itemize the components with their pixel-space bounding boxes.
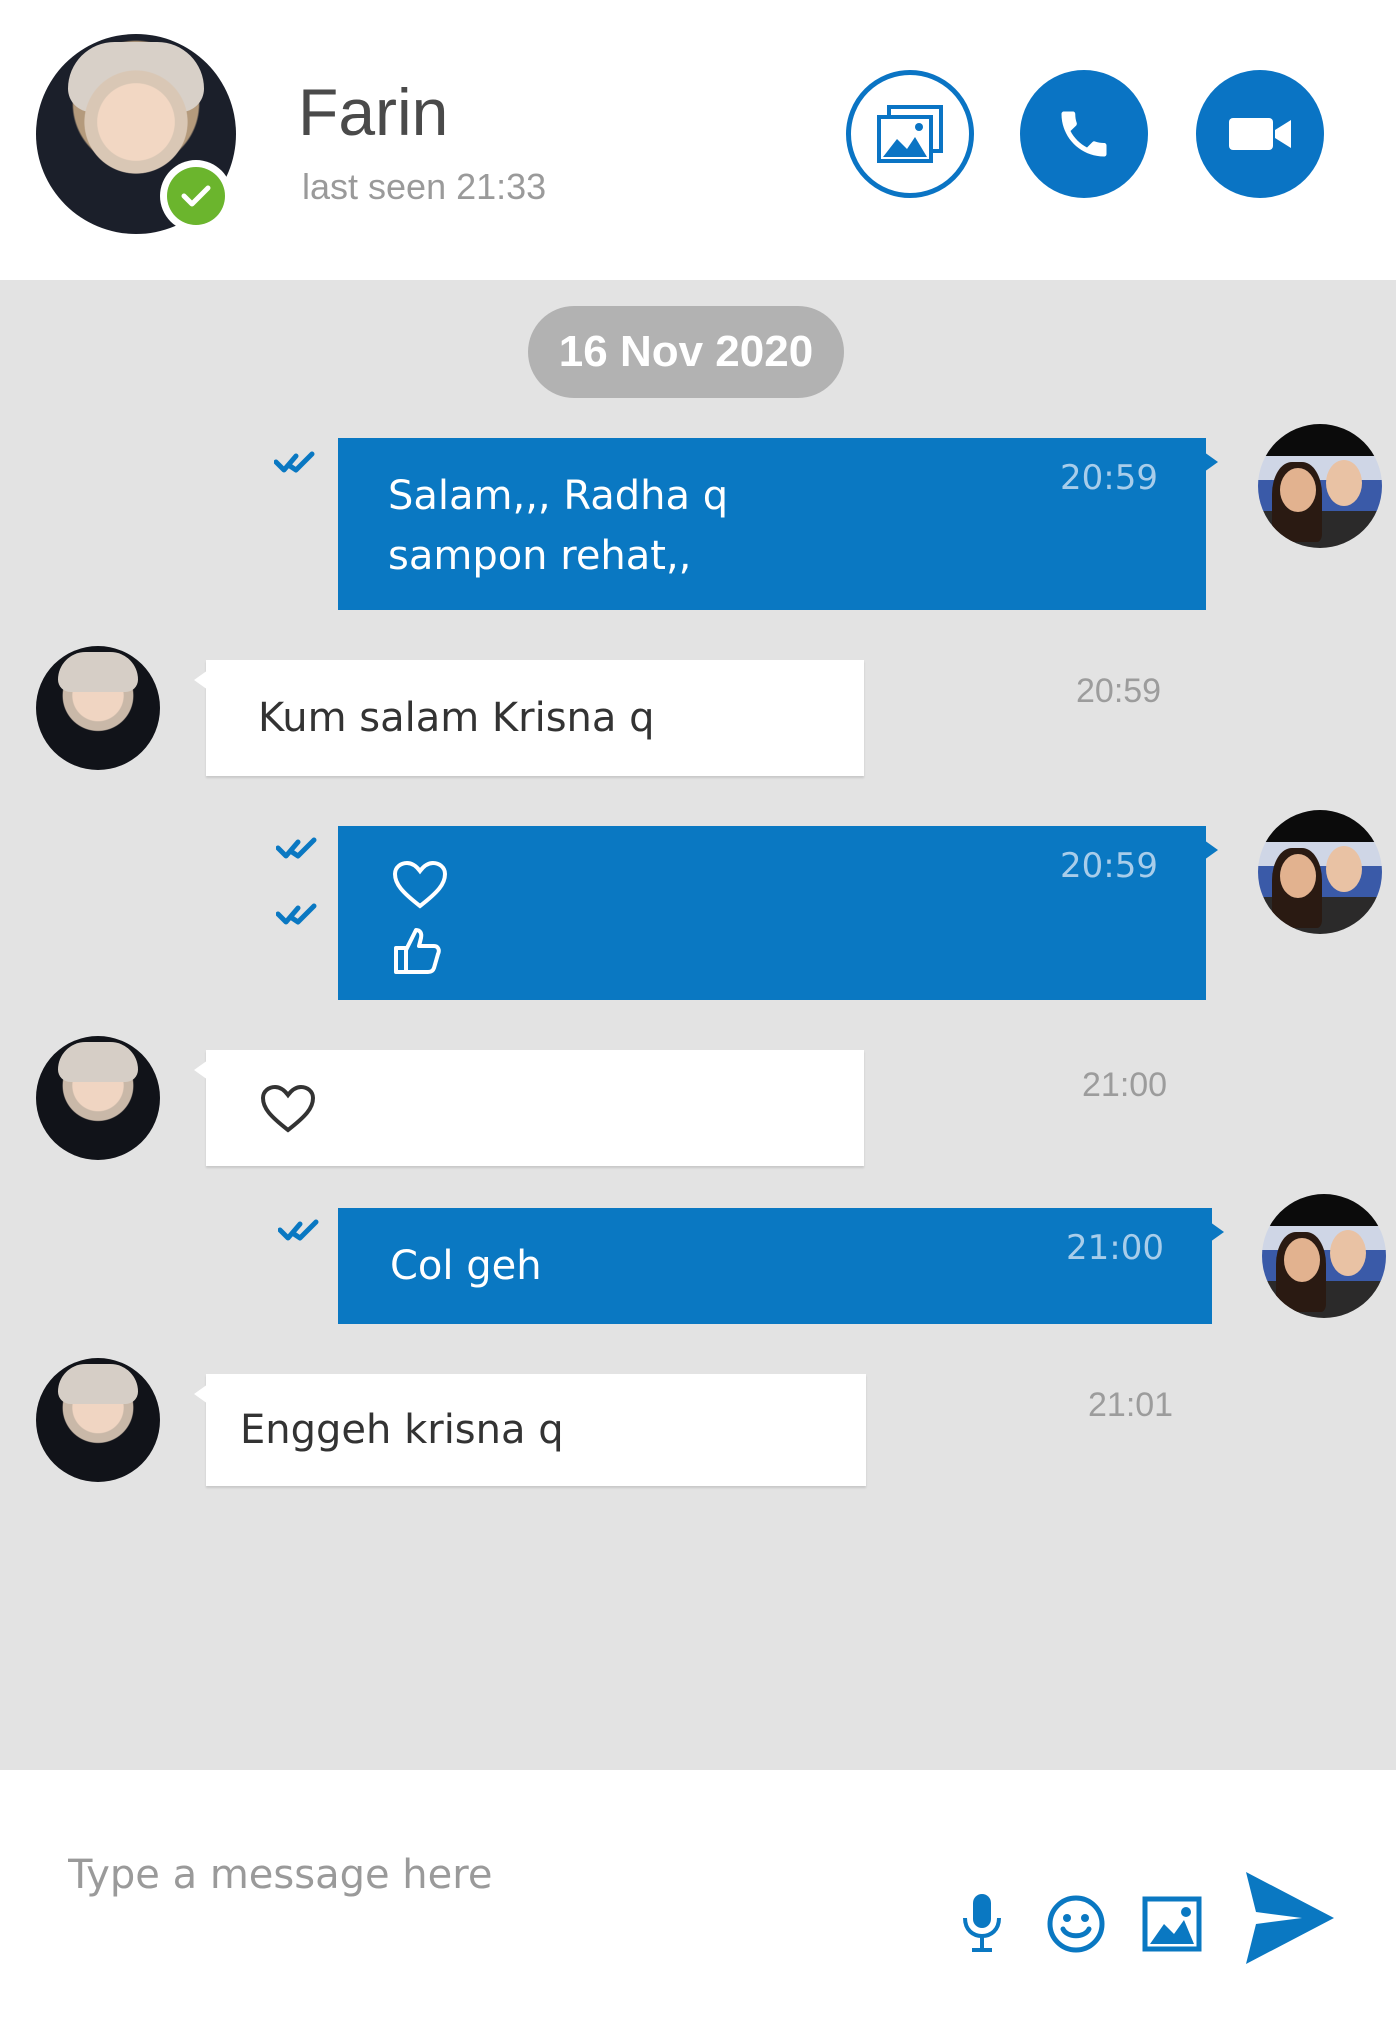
voice-call-button[interactable] — [1020, 70, 1148, 198]
message-time: 20:59 — [1060, 458, 1158, 498]
message-bubble-outgoing[interactable]: Salam,,, Radha q sampon rehat,, 20:59 — [338, 438, 1218, 610]
double-tick-icon — [274, 451, 315, 473]
message-text: Salam,,, Radha q — [388, 473, 729, 519]
message-time: 21:01 — [1088, 1386, 1174, 1424]
heart-outline-icon — [392, 860, 448, 909]
chat-header: Farin last seen 21:33 — [0, 0, 1396, 280]
smiley-icon[interactable] — [1044, 1892, 1108, 1956]
image-icon — [877, 105, 943, 163]
send-icon[interactable] — [1240, 1866, 1340, 1970]
message-text: Kum salam Krisna q — [258, 695, 655, 741]
message-bubble-incoming[interactable]: Enggeh krisna q — [194, 1374, 866, 1486]
online-status-badge — [160, 160, 232, 232]
message-bubble-outgoing[interactable]: 20:59 — [338, 826, 1218, 1000]
message-text: Enggeh krisna q — [240, 1407, 564, 1453]
message-time: 20:59 — [1076, 672, 1162, 710]
check-icon — [167, 167, 225, 225]
double-tick-icon — [276, 903, 317, 925]
video-camera-icon — [1229, 118, 1291, 150]
my-avatar[interactable] — [1262, 1194, 1386, 1318]
contact-name: Farin — [298, 75, 449, 149]
message-time: 21:00 — [1066, 1228, 1164, 1268]
message-input[interactable] — [66, 1844, 930, 1906]
date-separator: 16 Nov 2020 — [528, 306, 844, 398]
double-tick-icon — [278, 1219, 319, 1241]
contact-avatar-small[interactable] — [36, 646, 160, 770]
chat-area[interactable]: 16 Nov 2020 Salam,,, Radha q sampon reha… — [0, 280, 1396, 2018]
heart-outline-icon — [260, 1084, 316, 1133]
microphone-icon[interactable] — [954, 1888, 1010, 1958]
message-bubble-incoming[interactable] — [194, 1050, 864, 1166]
message-text: Col geh — [390, 1243, 542, 1289]
my-avatar[interactable] — [1258, 424, 1382, 548]
contact-avatar-small[interactable] — [36, 1358, 160, 1482]
double-tick-icon — [276, 837, 317, 859]
message-time: 20:59 — [1060, 846, 1158, 886]
thumbs-up-outline-icon — [394, 928, 441, 974]
message-text: sampon rehat,, — [388, 533, 692, 579]
message-bubble-incoming[interactable]: Kum salam Krisna q — [194, 660, 864, 776]
video-call-button[interactable] — [1196, 70, 1324, 198]
message-time: 21:00 — [1082, 1066, 1168, 1104]
message-composer — [30, 1808, 1368, 2018]
phone-icon — [1061, 111, 1107, 157]
image-icon[interactable] — [1140, 1894, 1204, 1954]
my-avatar[interactable] — [1258, 810, 1382, 934]
contact-avatar-small[interactable] — [36, 1036, 160, 1160]
message-bubble-outgoing[interactable]: Col geh 21:00 — [338, 1208, 1224, 1324]
media-gallery-button[interactable] — [846, 70, 974, 198]
last-seen-text: last seen 21:33 — [302, 166, 547, 207]
